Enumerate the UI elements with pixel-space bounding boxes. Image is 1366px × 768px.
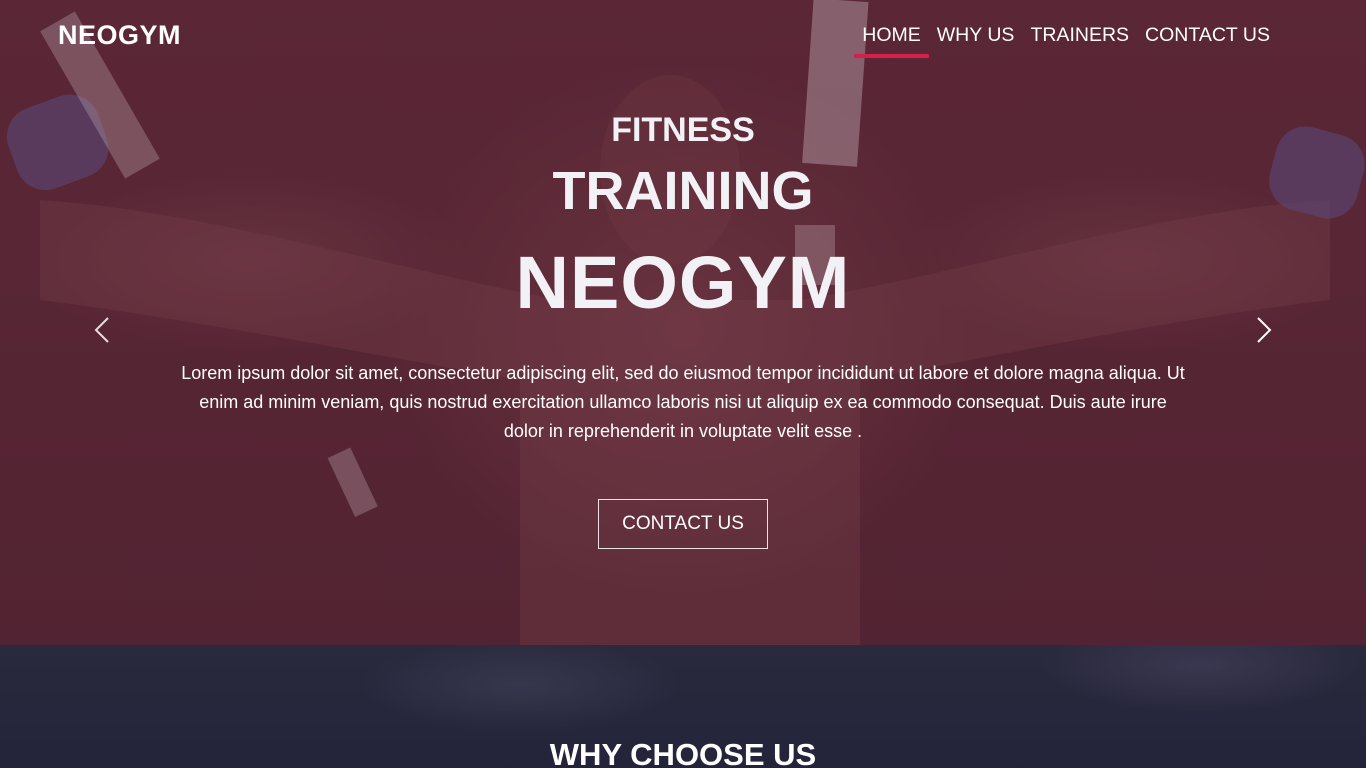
section-title: WHY CHOOSE US [549,737,817,768]
chevron-left-icon [94,317,109,343]
site-logo[interactable]: NEOGYM [58,20,181,51]
hero-heading-brand: NEOGYM [515,241,851,324]
nav-item-trainers[interactable]: TRAINERS [1022,22,1137,58]
hero-heading-fitness: FITNESS [611,111,755,149]
hero-description: Lorem ipsum dolor sit amet, consectetur … [181,363,1185,441]
chevron-right-icon [1257,317,1272,343]
main-nav: HOME WHY US TRAINERS CONTACT US [854,22,1278,58]
carousel-prev-button[interactable] [90,310,114,350]
hero-slider: NEOGYM HOME WHY US TRAINERS CONTACT US F… [0,0,1366,645]
why-choose-us-section: WHY CHOOSE US [0,645,1366,768]
contact-us-button[interactable]: CONTACT US [598,499,768,549]
nav-item-home[interactable]: HOME [854,22,929,58]
hero-heading-training: TRAINING [552,161,814,221]
carousel-next-button[interactable] [1252,310,1276,350]
nav-item-why-us[interactable]: WHY US [929,22,1023,58]
nav-item-contact-us[interactable]: CONTACT US [1137,22,1278,58]
